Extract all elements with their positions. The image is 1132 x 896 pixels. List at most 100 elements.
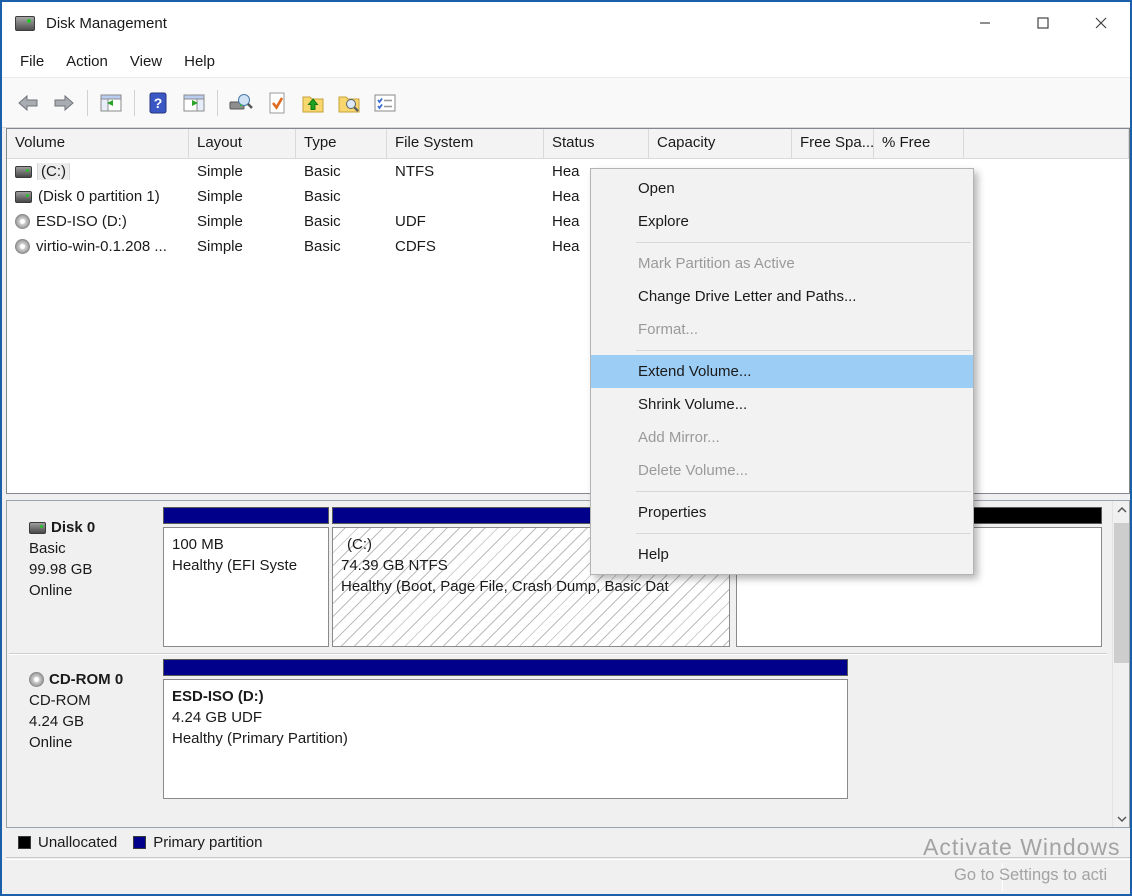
disk-status: Online (29, 732, 151, 753)
scroll-down-icon[interactable] (1113, 810, 1130, 827)
statusbar-divider (1002, 863, 1003, 891)
cell-file-system: CDFS (387, 238, 544, 255)
menu-help[interactable]: Help (173, 46, 226, 77)
toolbar: ? (2, 78, 1130, 128)
col-capacity[interactable]: Capacity (649, 129, 792, 158)
maximize-button[interactable] (1014, 2, 1072, 44)
col-file-system[interactable]: File System (387, 129, 544, 158)
scrollbar-thumb[interactable] (1114, 523, 1129, 663)
cdrom0-label[interactable]: CD-ROM 0 CD-ROM 4.24 GB Online (17, 659, 157, 799)
menu-separator (636, 491, 971, 492)
cell-file-system: NTFS (387, 163, 544, 180)
disk-management-window: Disk Management File Action View Help ? (0, 0, 1132, 896)
legend-primary-label: Primary partition (153, 834, 262, 851)
minimize-icon (979, 17, 991, 29)
rescan-disks-icon[interactable] (225, 87, 257, 119)
forward-icon[interactable] (48, 87, 80, 119)
unallocated-swatch (18, 836, 31, 849)
disk-name: CD-ROM 0 (49, 669, 123, 690)
cell-layout: Simple (189, 238, 296, 255)
hdd-icon (29, 522, 46, 534)
menu-item-extend-volume[interactable]: Extend Volume... (591, 355, 973, 388)
legend-unallocated-label: Unallocated (38, 834, 117, 851)
menu-item-explore[interactable]: Explore (591, 205, 973, 238)
partition-size: 100 MB (172, 534, 320, 555)
menu-action[interactable]: Action (55, 46, 119, 77)
maximize-icon (1037, 17, 1049, 29)
col-free-space[interactable]: Free Spa... (792, 129, 874, 158)
primary-partition-swatch (133, 836, 146, 849)
partition-esd-iso[interactable]: ESD-ISO (D:) 4.24 GB UDF Healthy (Primar… (163, 659, 848, 799)
minimize-button[interactable] (956, 2, 1014, 44)
show-console-tree-icon[interactable] (95, 87, 127, 119)
partition-status: Healthy (Primary Partition) (172, 728, 839, 749)
volume-table-header: Volume Layout Type File System Status Ca… (7, 129, 1129, 159)
menu-separator (636, 242, 971, 243)
task-list-icon[interactable] (369, 87, 401, 119)
folder-search-icon[interactable] (333, 87, 365, 119)
partition-name: ESD-ISO (D:) (172, 686, 839, 707)
cell-layout: Simple (189, 188, 296, 205)
cell-type: Basic (296, 163, 387, 180)
window-title: Disk Management (46, 15, 167, 32)
vertical-scrollbar[interactable] (1112, 501, 1129, 827)
toolbar-separator (217, 90, 218, 116)
toolbar-separator (134, 90, 135, 116)
legend-bar: Unallocated Primary partition (6, 828, 1130, 858)
partition-color-bar (163, 507, 329, 524)
disk-size: 99.98 GB (29, 559, 151, 580)
disk0-label[interactable]: Disk 0 Basic 99.98 GB Online (17, 507, 157, 647)
col-status[interactable]: Status (544, 129, 649, 158)
cd-icon (15, 214, 30, 229)
menu-item-shrink-volume[interactable]: Shrink Volume... (591, 388, 973, 421)
cd-icon (29, 672, 44, 687)
show-action-pane-icon[interactable] (178, 87, 210, 119)
cell-layout: Simple (189, 163, 296, 180)
disk-size: 4.24 GB (29, 711, 151, 732)
menu-view[interactable]: View (119, 46, 173, 77)
menu-separator (636, 350, 971, 351)
disk-name: Disk 0 (51, 517, 95, 538)
app-disk-icon (15, 16, 35, 31)
cdrom0-row: CD-ROM 0 CD-ROM 4.24 GB Online ESD-ISO (… (7, 659, 1107, 799)
cell-type: Basic (296, 213, 387, 230)
partition-efi[interactable]: 100 MB Healthy (EFI Syste (163, 507, 329, 647)
help-icon[interactable]: ? (142, 87, 174, 119)
folder-up-icon[interactable] (297, 87, 329, 119)
menu-item-mark-partition-active: Mark Partition as Active (591, 247, 973, 280)
scroll-up-icon[interactable] (1113, 501, 1130, 518)
hdd-icon (15, 191, 32, 203)
menu-item-delete-volume: Delete Volume... (591, 454, 973, 487)
cell-file-system: UDF (387, 213, 544, 230)
volume-name: ESD-ISO (D:) (36, 213, 127, 230)
menu-separator (636, 533, 971, 534)
menu-item-open[interactable]: Open (591, 172, 973, 205)
menu-item-add-mirror: Add Mirror... (591, 421, 973, 454)
partition-status: Healthy (Boot, Page File, Crash Dump, Ba… (341, 576, 721, 597)
volume-context-menu: Open Explore Mark Partition as Active Ch… (590, 168, 974, 575)
partition-color-bar (163, 659, 848, 676)
col-layout[interactable]: Layout (189, 129, 296, 158)
menu-item-help[interactable]: Help (591, 538, 973, 571)
status-bar (6, 859, 1130, 894)
check-document-icon[interactable] (261, 87, 293, 119)
volume-name: (Disk 0 partition 1) (38, 188, 160, 205)
menu-bar: File Action View Help (2, 46, 1130, 78)
col-volume[interactable]: Volume (7, 129, 189, 158)
partition-size: 4.24 GB UDF (172, 707, 839, 728)
cell-layout: Simple (189, 213, 296, 230)
cell-type: Basic (296, 188, 387, 205)
menu-item-change-drive-letter[interactable]: Change Drive Letter and Paths... (591, 280, 973, 313)
menu-item-properties[interactable]: Properties (591, 496, 973, 529)
back-icon[interactable] (12, 87, 44, 119)
menu-file[interactable]: File (2, 46, 55, 77)
cd-icon (15, 239, 30, 254)
partition-status: Healthy (EFI Syste (172, 555, 320, 576)
col-type[interactable]: Type (296, 129, 387, 158)
volume-name: virtio-win-0.1.208 ... (36, 238, 167, 255)
close-icon (1095, 17, 1107, 29)
close-button[interactable] (1072, 2, 1130, 44)
volume-name: (C:) (38, 163, 69, 180)
disk-status: Online (29, 580, 151, 601)
col-percent-free[interactable]: % Free (874, 129, 964, 158)
